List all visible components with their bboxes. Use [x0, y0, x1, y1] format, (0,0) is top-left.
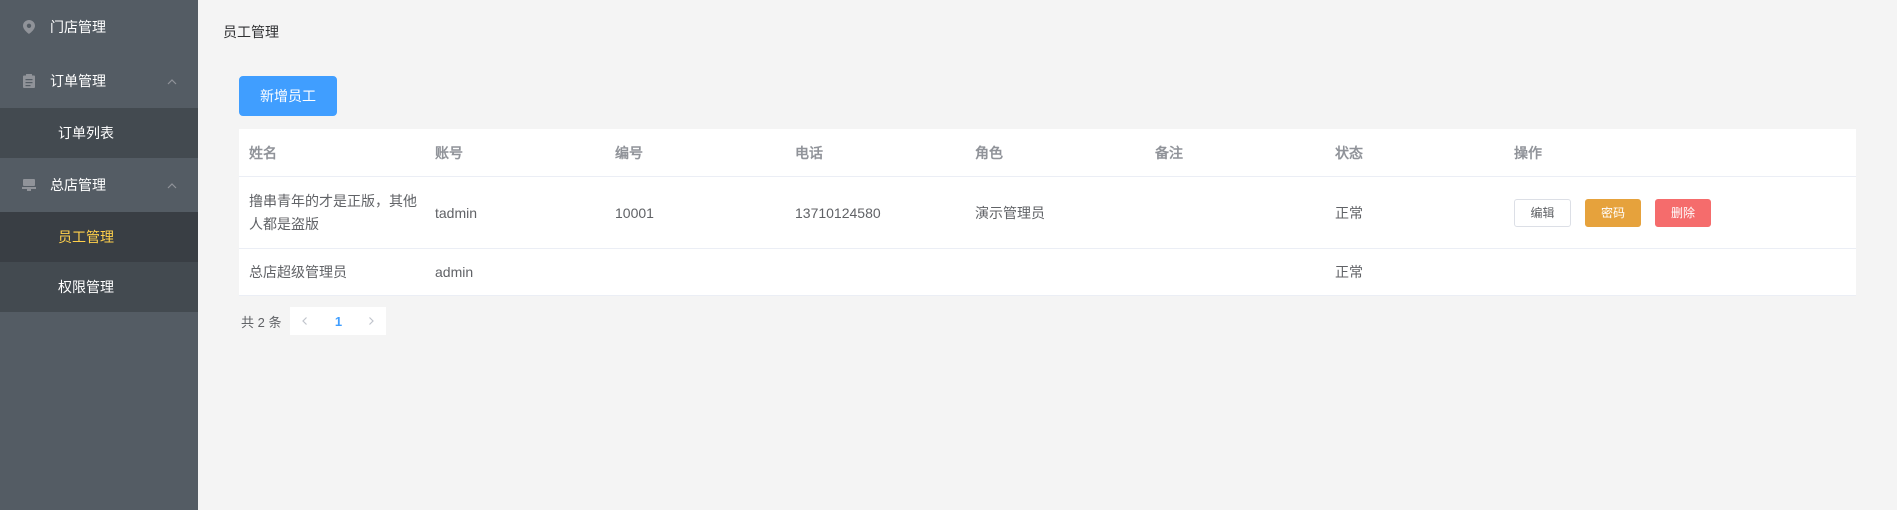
- chevron-left-icon: [302, 317, 308, 325]
- store-icon: [22, 178, 36, 192]
- delete-button[interactable]: 删除: [1655, 198, 1711, 227]
- column-header-phone: 电话: [795, 144, 823, 161]
- cell-status: 正常: [1335, 264, 1363, 280]
- column-header-status: 状态: [1335, 144, 1363, 161]
- cell-name: 总店超级管理员: [249, 264, 347, 280]
- cell-actions: 编辑 密码 删除: [1504, 198, 1856, 227]
- table-header: 姓名 账号 编号 电话 角色 备注 状态 操作: [239, 129, 1856, 177]
- column-header-actions: 操作: [1514, 144, 1542, 161]
- sidebar-item-order-list[interactable]: 订单列表: [0, 108, 198, 158]
- location-icon: [22, 20, 36, 34]
- cell-phone: 13710124580: [795, 204, 881, 221]
- menu-label-store: 门店管理: [50, 19, 106, 35]
- submenu-hq[interactable]: 总店管理: [0, 158, 198, 212]
- sidebar-item-staff[interactable]: 员工管理: [0, 212, 198, 262]
- sidebar: 门店管理 订单管理 订单列表 总店管理 员工管理 权限管理: [0, 0, 198, 510]
- column-header-account: 账号: [435, 144, 463, 161]
- page-number-current[interactable]: 1: [320, 307, 357, 335]
- cell-number: 10001: [615, 204, 654, 221]
- cell-name: 撸串青年的才是正版，其他人都是盗版: [249, 192, 417, 232]
- sidebar-item-label: 权限管理: [58, 279, 114, 295]
- submenu-hq-list: 员工管理 权限管理: [0, 212, 198, 312]
- chevron-up-icon: [166, 75, 178, 87]
- add-staff-button[interactable]: 新增员工: [239, 76, 337, 116]
- cell-account: admin: [435, 264, 474, 280]
- cell-account: tadmin: [435, 204, 478, 221]
- pagination: 共 2 条 1: [239, 307, 387, 335]
- column-header-name: 姓名: [249, 144, 277, 161]
- main-content: 员工管理 新增员工 姓名 账号 编号 电话 角色 备注 状态 操作 撸串青年的才…: [198, 0, 1897, 510]
- edit-button[interactable]: 编辑: [1514, 198, 1571, 227]
- table-row: 总店超级管理员 admin 正常: [239, 249, 1856, 296]
- password-button[interactable]: 密码: [1585, 198, 1641, 227]
- submenu-label-hq: 总店管理: [50, 177, 106, 193]
- cell-role: 演示管理员: [975, 204, 1045, 221]
- sidebar-item-label: 员工管理: [58, 229, 114, 245]
- menu-item-store[interactable]: 门店管理: [0, 0, 198, 54]
- sidebar-item-label: 订单列表: [58, 125, 114, 141]
- pagination-total: 共 2 条: [241, 314, 282, 330]
- sidebar-item-permissions[interactable]: 权限管理: [0, 262, 198, 312]
- column-header-number: 编号: [615, 144, 643, 161]
- chevron-up-icon: [166, 179, 178, 191]
- table-row: 撸串青年的才是正版，其他人都是盗版 tadmin 10001 137101245…: [239, 177, 1856, 249]
- column-header-role: 角色: [975, 144, 1003, 161]
- column-header-remark: 备注: [1155, 144, 1183, 161]
- prev-page-button[interactable]: [290, 307, 321, 335]
- submenu-order[interactable]: 订单管理: [0, 54, 198, 108]
- staff-table: 姓名 账号 编号 电话 角色 备注 状态 操作 撸串青年的才是正版，其他人都是盗…: [239, 129, 1856, 296]
- submenu-label-order: 订单管理: [50, 73, 106, 89]
- submenu-order-list: 订单列表: [0, 108, 198, 158]
- chevron-right-icon: [369, 317, 375, 325]
- next-page-button[interactable]: [356, 307, 387, 335]
- breadcrumb: 员工管理: [223, 24, 279, 40]
- cell-status: 正常: [1335, 204, 1363, 221]
- clipboard-icon: [22, 74, 36, 88]
